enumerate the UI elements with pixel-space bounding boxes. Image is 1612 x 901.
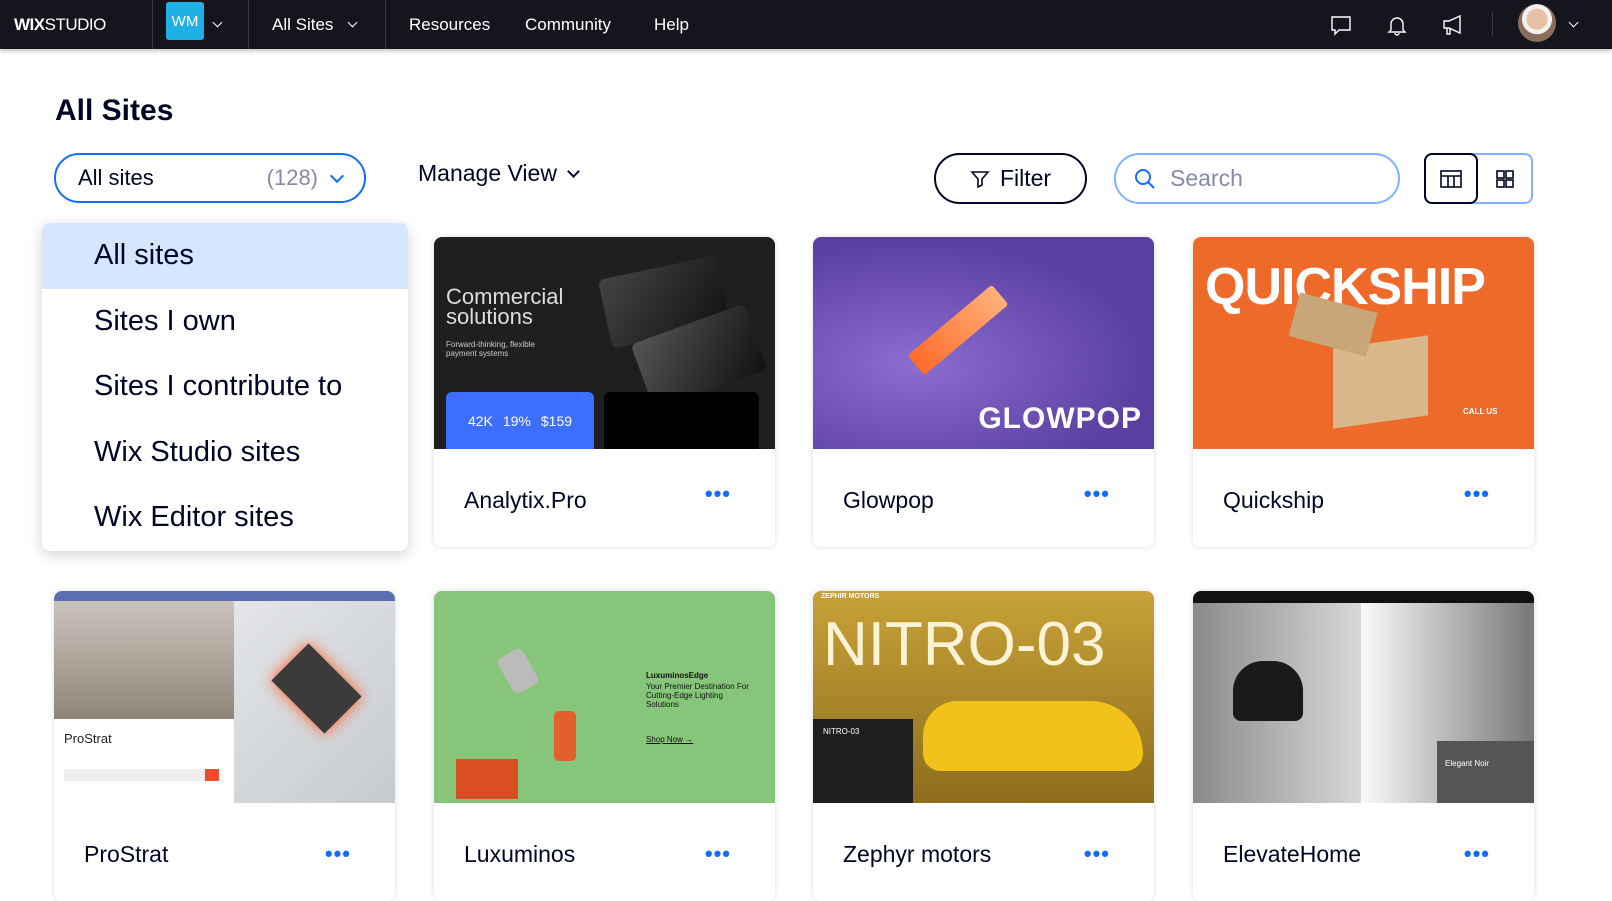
site-thumbnail[interactable]: Elegant Noir: [1193, 591, 1534, 803]
site-count: (128): [266, 165, 318, 190]
chair-graphic: [1233, 661, 1303, 721]
site-name[interactable]: Luxuminos: [464, 841, 575, 868]
site-card[interactable]: ProStrat ProStrat •••: [54, 591, 395, 901]
more-actions-icon[interactable]: •••: [705, 481, 731, 507]
account-chevron-down-icon[interactable]: [1568, 0, 1579, 49]
site-card[interactable]: GLOWPOP Glowpop •••: [813, 237, 1154, 547]
site-card[interactable]: QUICKSHIP CALL US Quickship •••: [1193, 237, 1534, 547]
nav-strip: [54, 591, 395, 601]
chevron-down-icon: [347, 17, 358, 28]
site-name[interactable]: Zephyr motors: [843, 841, 991, 868]
site-card[interactable]: Commercial solutions Forward-thinking, f…: [434, 237, 775, 547]
site-name[interactable]: Analytix.Pro: [464, 487, 587, 514]
view-toggle: [1424, 153, 1533, 204]
filter-icon: [970, 170, 990, 188]
car-graphic: [923, 701, 1143, 771]
nav-community[interactable]: Community: [525, 0, 611, 49]
more-actions-icon[interactable]: •••: [1464, 841, 1490, 867]
option-wix-editor-sites[interactable]: Wix Editor sites: [42, 485, 408, 551]
option-wix-studio-sites[interactable]: Wix Studio sites: [42, 420, 408, 486]
select-value: All sites: [78, 165, 154, 190]
wix-studio-logo[interactable]: WIX STUDIO: [14, 0, 106, 49]
site-thumbnail[interactable]: ProStrat: [54, 591, 395, 803]
divider: [248, 0, 249, 49]
search-input[interactable]: [1170, 165, 1370, 192]
user-avatar[interactable]: [1518, 4, 1556, 42]
site-thumbnail[interactable]: GLOWPOP: [813, 237, 1154, 449]
chevron-down-icon: [567, 165, 580, 178]
site-card[interactable]: Elegant Noir ElevateHome •••: [1193, 591, 1534, 901]
search-field[interactable]: [1114, 153, 1400, 204]
manage-view-button[interactable]: Manage View: [418, 160, 580, 187]
chevron-down-icon: [329, 168, 345, 184]
site-thumbnail[interactable]: ZEPHIR MOTORS NITRO-03 NITRO-03: [813, 591, 1154, 803]
nav-help[interactable]: Help: [654, 0, 689, 49]
workspace-avatar[interactable]: WM: [166, 2, 204, 40]
more-actions-icon[interactable]: •••: [1084, 841, 1110, 867]
email-field-graphic: [64, 769, 219, 781]
all-sites-menu[interactable]: All Sites: [272, 0, 358, 49]
lamp-thumb: [456, 759, 518, 799]
lamp-graphic: [495, 646, 541, 696]
stats-panel: 42K 19% $159: [446, 392, 594, 449]
more-actions-icon[interactable]: •••: [325, 841, 351, 867]
more-actions-icon[interactable]: •••: [1464, 481, 1490, 507]
chart-panel: [604, 392, 759, 449]
lamp-graphic: [554, 711, 576, 761]
info-panel: [1437, 741, 1534, 803]
more-actions-icon[interactable]: •••: [705, 841, 731, 867]
divider: [1492, 12, 1493, 36]
site-thumbnail[interactable]: Commercial solutions Forward-thinking, f…: [434, 237, 775, 449]
site-name[interactable]: ProStrat: [84, 841, 168, 868]
site-filter-select[interactable]: All sites (128): [54, 153, 366, 203]
grid-view-icon[interactable]: [1478, 155, 1531, 202]
product-graphic: [907, 284, 1009, 376]
filter-button[interactable]: Filter: [934, 153, 1087, 204]
table-view-icon[interactable]: [1424, 153, 1478, 204]
page-title: All Sites: [55, 94, 174, 127]
workspace-chevron-down-icon[interactable]: [212, 0, 223, 49]
option-sites-i-contribute-to[interactable]: Sites I contribute to: [42, 354, 408, 420]
site-card[interactable]: LuxuminosEdge Your Premier Destination F…: [434, 591, 775, 901]
nav-resources[interactable]: Resources: [409, 0, 490, 49]
search-icon: [1135, 168, 1155, 189]
divider: [152, 0, 153, 49]
option-all-sites[interactable]: All sites: [42, 223, 408, 289]
site-name[interactable]: Glowpop: [843, 487, 934, 514]
bell-icon[interactable]: [1386, 0, 1408, 49]
office-photo: [54, 601, 234, 719]
site-name[interactable]: ElevateHome: [1223, 841, 1361, 868]
megaphone-icon[interactable]: [1441, 0, 1465, 49]
top-bar: WIX STUDIO WM All Sites Resources Communi…: [0, 0, 1612, 49]
chat-icon[interactable]: [1330, 0, 1352, 49]
option-sites-i-own[interactable]: Sites I own: [42, 289, 408, 355]
site-name[interactable]: Quickship: [1223, 487, 1324, 514]
site-filter-dropdown: All sites Sites I own Sites I contribute…: [42, 223, 408, 551]
more-actions-icon[interactable]: •••: [1084, 481, 1110, 507]
site-thumbnail[interactable]: QUICKSHIP CALL US: [1193, 237, 1534, 449]
divider: [385, 0, 386, 49]
site-thumbnail[interactable]: LuxuminosEdge Your Premier Destination F…: [434, 591, 775, 803]
site-card[interactable]: ZEPHIR MOTORS NITRO-03 NITRO-03 Zephyr m…: [813, 591, 1154, 901]
